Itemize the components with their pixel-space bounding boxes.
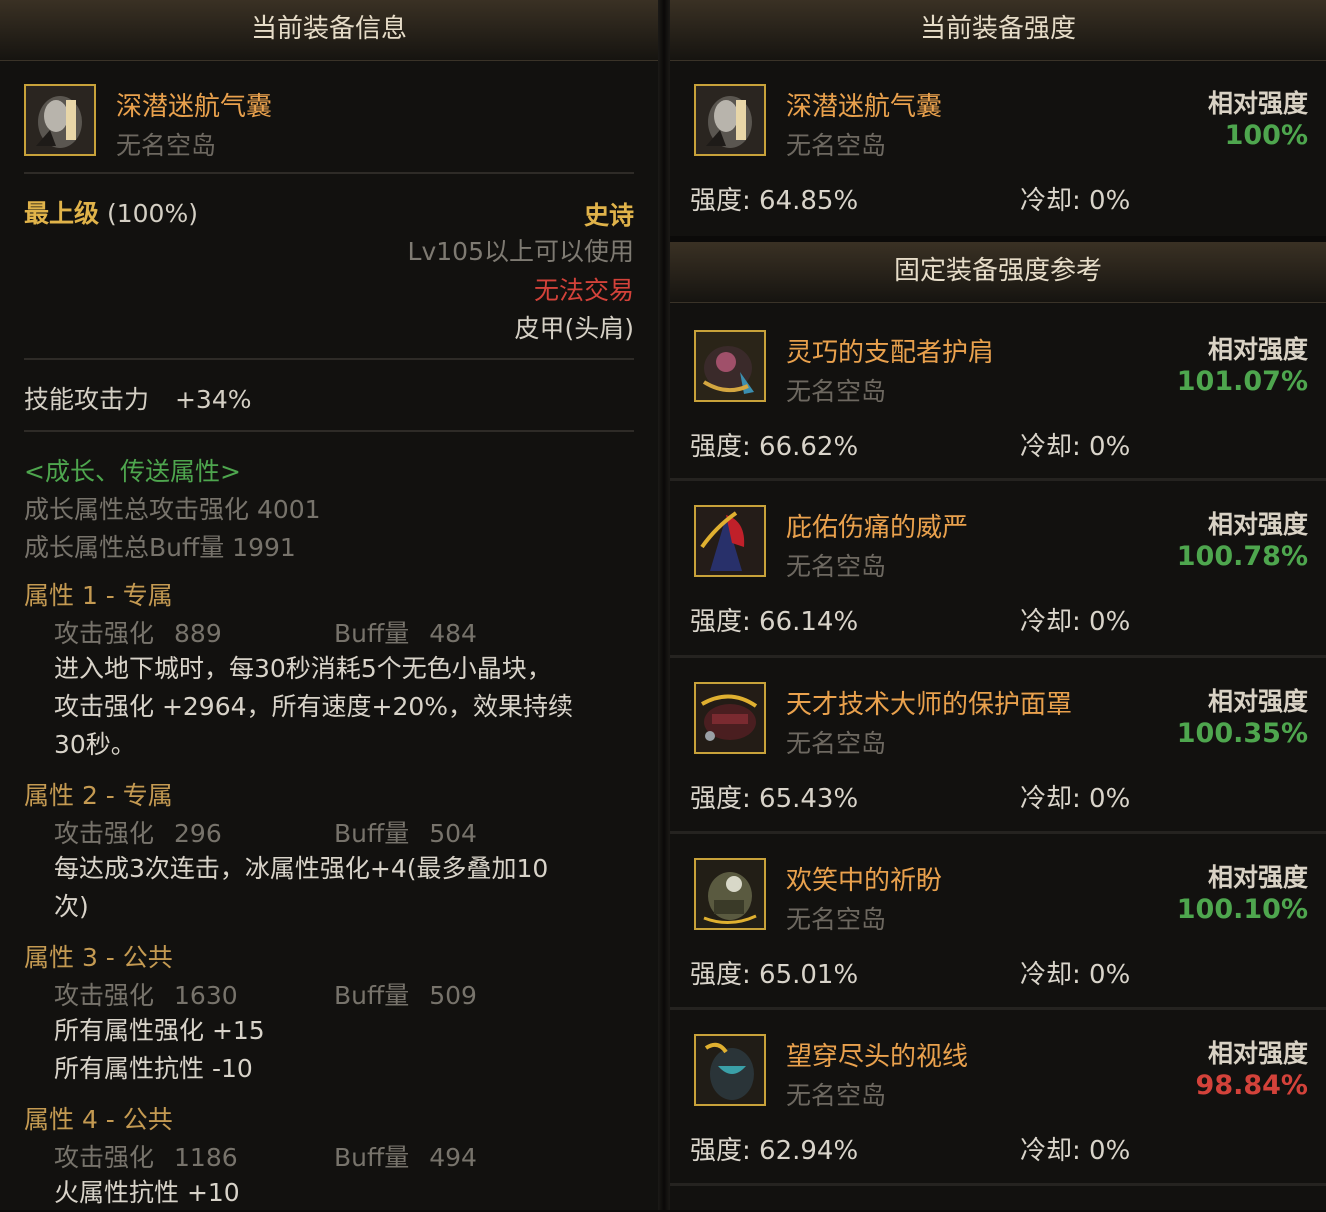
- divider: [24, 172, 634, 174]
- attr-desc-line: 次): [54, 892, 89, 921]
- cooldown: 冷却: 0%: [1020, 960, 1131, 990]
- attr-desc-line: 所有属性抗性 -10: [54, 1054, 253, 1083]
- item-owner: 无名空岛: [786, 729, 887, 758]
- panel-divider: [658, 0, 670, 1210]
- strength: 强度: 65.01%: [690, 960, 859, 990]
- attr-desc-line: 进入地下城时，每30秒消耗5个无色小晶块，: [54, 654, 552, 683]
- trade-status: 无法交易: [533, 276, 634, 305]
- item-name: 天才技术大师的保护面罩: [786, 690, 1073, 720]
- growth-total-buff: 成长属性总Buff量 1991: [24, 533, 296, 562]
- rarity: 史诗: [583, 201, 634, 230]
- reference-item-card[interactable]: 望穿尽头的视线 无名空岛 相对强度 98.84% 强度: 62.94% 冷却: …: [670, 1010, 1326, 1184]
- item-owner: 无名空岛: [786, 552, 887, 581]
- card-separator: [670, 1183, 1326, 1186]
- attr-desc-line: 所有属性强化 +15: [54, 1016, 265, 1045]
- panel-header: 当前装备信息: [0, 0, 658, 61]
- strength: 强度: 66.62%: [690, 432, 859, 462]
- reference-item-card[interactable]: 欢笑中的祈盼 无名空岛 相对强度 100.10% 强度: 65.01% 冷却: …: [670, 834, 1326, 1008]
- cooldown: 冷却: 0%: [1020, 607, 1131, 637]
- attr-attack: 攻击强化 1186: [54, 1143, 238, 1172]
- reference-header: 固定装备强度参考: [670, 242, 1326, 303]
- attr-desc-line: 每达成3次连击，冰属性强化+4(最多叠加10: [54, 854, 549, 883]
- item-name: 庇佑伤痛的威严: [786, 513, 969, 543]
- relative-strength-label: 相对强度: [1207, 335, 1308, 364]
- growth-total-attack: 成长属性总攻击强化 4001: [24, 495, 321, 524]
- item-owner: 无名空岛: [116, 131, 217, 160]
- cooldown: 冷却: 0%: [1020, 784, 1131, 814]
- divider: [24, 358, 634, 360]
- reference-item-card[interactable]: 庇佑伤痛的威严 无名空岛 相对强度 100.78% 强度: 66.14% 冷却:…: [670, 481, 1326, 655]
- item-name: 深潜迷航气囊: [116, 92, 273, 122]
- feather-cape-icon: [694, 505, 766, 577]
- current-item-card[interactable]: 深潜迷航气囊 无名空岛 相对强度 100% 强度: 64.85% 冷却: 0%: [670, 60, 1326, 236]
- item-name: 灵巧的支配者护肩: [786, 338, 995, 368]
- grade-label: 最上级: [24, 199, 100, 228]
- reference-item-card[interactable]: 灵巧的支配者护肩 无名空岛 相对强度 101.07% 强度: 66.62% 冷却…: [670, 304, 1326, 478]
- attr-title: 属性 1 - 专属: [24, 581, 173, 610]
- mask-icon: [694, 682, 766, 754]
- reference-item-card[interactable]: 天才技术大师的保护面罩 无名空岛 相对强度 100.35% 强度: 65.43%…: [670, 658, 1326, 832]
- helmet-icon: [694, 84, 766, 156]
- attr-title: 属性 4 - 公共: [24, 1105, 173, 1134]
- skill-attack-value: +34%: [174, 385, 252, 414]
- attr-buff: Buff量 494: [334, 1143, 477, 1172]
- attr-buff: Buff量 484: [334, 619, 477, 648]
- dark-helm-icon: [694, 1034, 766, 1106]
- relative-strength-value: 100.10%: [1176, 894, 1308, 925]
- panel-header: 当前装备强度: [670, 0, 1326, 61]
- cooldown: 冷却: 0%: [1020, 1136, 1131, 1166]
- item-type: 皮甲(头肩): [514, 314, 634, 343]
- attr-buff: Buff量 509: [334, 981, 477, 1010]
- growth-header: <成长、传送属性>: [24, 457, 241, 486]
- level-requirement: Lv105以上可以使用: [407, 237, 634, 266]
- attr-attack: 攻击强化 296: [54, 819, 222, 848]
- attr-desc-line: 攻击强化 +2964，所有速度+20%，效果持续: [54, 692, 574, 721]
- shoulder-armor-icon: [694, 330, 766, 402]
- relative-strength-label: 相对强度: [1207, 687, 1308, 716]
- attr-title: 属性 2 - 专属: [24, 781, 173, 810]
- relative-strength-label: 相对强度: [1207, 89, 1308, 118]
- item-owner: 无名空岛: [786, 1081, 887, 1110]
- current-equipment-strength-panel: 当前装备强度 深潜迷航气囊 无名空岛 相对强度 100% 强度: 64.85% …: [670, 0, 1326, 1210]
- relative-strength-value: 100.35%: [1176, 718, 1308, 749]
- relative-strength-value: 101.07%: [1176, 366, 1308, 397]
- current-equipment-info-panel: 当前装备信息 深潜迷航气囊 无名空岛 最上级 (100%) 史诗 Lv105以上…: [0, 0, 658, 1210]
- attr-desc-line: 火属性抗性 +10: [54, 1178, 240, 1207]
- relative-strength-label: 相对强度: [1207, 863, 1308, 892]
- grade-value: (100%): [106, 199, 198, 228]
- skill-attack-label: 技能攻击力: [24, 385, 150, 414]
- item-owner: 无名空岛: [786, 905, 887, 934]
- item-owner: 无名空岛: [786, 377, 887, 406]
- relative-strength-value: 98.84%: [1195, 1070, 1308, 1101]
- attr-desc-line: 30秒。: [54, 730, 136, 759]
- cooldown: 冷却: 0%: [1020, 432, 1131, 462]
- helmet-icon[interactable]: [24, 84, 96, 156]
- skill-attack: 技能攻击力 +34%: [24, 380, 251, 416]
- relative-strength-value: 100.78%: [1176, 541, 1308, 572]
- attr-title: 属性 3 - 公共: [24, 943, 173, 972]
- item-name: 望穿尽头的视线: [786, 1042, 969, 1072]
- cooldown: 冷却: 0%: [1020, 186, 1131, 216]
- strength: 强度: 62.94%: [690, 1136, 859, 1166]
- attr-buff: Buff量 504: [334, 819, 477, 848]
- divider: [24, 430, 634, 432]
- item-name: 深潜迷航气囊: [786, 92, 943, 122]
- strength: 强度: 66.14%: [690, 607, 859, 637]
- mech-helmet-icon: [694, 858, 766, 930]
- relative-strength-label: 相对强度: [1207, 510, 1308, 539]
- strength: 强度: 64.85%: [690, 186, 859, 216]
- relative-strength-label: 相对强度: [1207, 1039, 1308, 1068]
- grade: 最上级 (100%): [24, 194, 198, 230]
- attr-attack: 攻击强化 1630: [54, 981, 238, 1010]
- item-owner: 无名空岛: [786, 131, 887, 160]
- strength: 强度: 65.43%: [690, 784, 859, 814]
- attr-attack: 攻击强化 889: [54, 619, 222, 648]
- item-name: 欢笑中的祈盼: [786, 866, 943, 896]
- relative-strength-value: 100%: [1224, 120, 1308, 151]
